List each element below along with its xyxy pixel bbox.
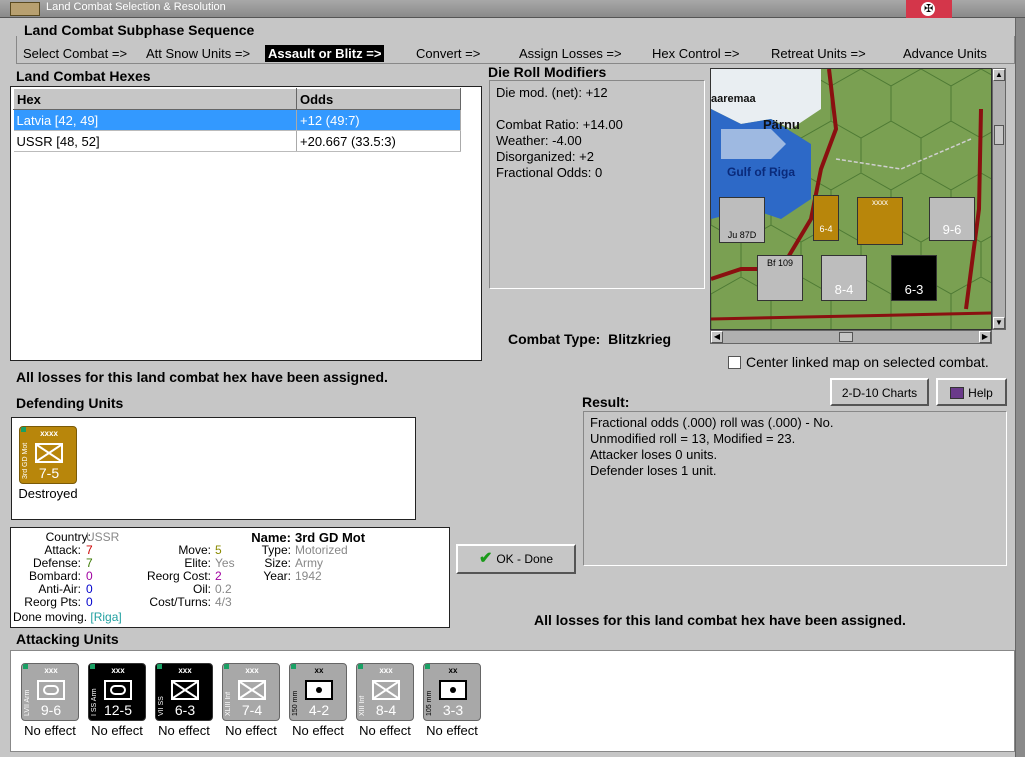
table-row[interactable]: Latvia [42, 49] +12 (49:7) bbox=[13, 109, 461, 131]
die-modifiers-panel: Die mod. (net): +12 Combat Ratio: +14.00… bbox=[489, 80, 705, 289]
odds-cell: +20.667 (33.5:3) bbox=[296, 130, 461, 152]
infantry-icon bbox=[171, 680, 199, 700]
attacker-unit-counter[interactable]: xx 105 mm 3-3 bbox=[423, 663, 481, 721]
seq-step-convert[interactable]: Convert => bbox=[416, 46, 480, 61]
map-horizontal-scrollbar[interactable]: ◀ ▶ bbox=[710, 330, 992, 344]
seq-step-hex-control[interactable]: Hex Control => bbox=[652, 46, 739, 61]
attacker-unit-counter[interactable]: xxx VII SS 6-3 bbox=[155, 663, 213, 721]
attacking-title: Attacking Units bbox=[16, 631, 119, 647]
map-counter[interactable]: 8-4 bbox=[821, 255, 867, 301]
attacking-units-panel: xxx LVII Arm 9-6 No effect xxx I SS Arm … bbox=[10, 650, 1015, 752]
ok-done-button[interactable]: ✔ OK - Done bbox=[456, 544, 576, 574]
map-counter[interactable]: 6-3 bbox=[891, 255, 937, 301]
infantry-icon bbox=[238, 680, 266, 700]
die-line: Combat Ratio: +14.00 bbox=[496, 117, 623, 132]
linked-map[interactable]: aaremaa Pärnu Gulf of Riga 6-4 xxxx 9-6 … bbox=[710, 68, 992, 330]
defending-units-panel: xxxx 3rd GD Mot 7-5 Destroyed bbox=[11, 417, 416, 520]
infantry-icon bbox=[372, 680, 400, 700]
scroll-thumb[interactable] bbox=[839, 332, 853, 342]
result-line: Attacker loses 0 units. bbox=[590, 447, 718, 462]
attacker-unit-counter[interactable]: xxx I SS Arm 12-5 bbox=[88, 663, 146, 721]
odds-cell: +12 (49:7) bbox=[296, 109, 461, 131]
seq-step-assign-losses[interactable]: Assign Losses => bbox=[519, 46, 622, 61]
scroll-thumb[interactable] bbox=[994, 125, 1004, 145]
title-bar: Land Combat Selection & Resolution ✠ bbox=[0, 0, 1025, 18]
map-counter[interactable]: Bf 109 bbox=[757, 255, 803, 301]
infantry-motorized-icon bbox=[35, 443, 63, 463]
attacker-status: No effect bbox=[24, 723, 76, 738]
defending-title: Defending Units bbox=[16, 395, 124, 411]
hexes-title: Land Combat Hexes bbox=[16, 68, 151, 84]
artillery-icon bbox=[305, 680, 333, 700]
seq-step-retreat[interactable]: Retreat Units => bbox=[771, 46, 866, 61]
attacker-status: No effect bbox=[426, 723, 478, 738]
losses-message-bottom: All losses for this land combat hex have… bbox=[534, 612, 906, 628]
losses-message-top: All losses for this land combat hex have… bbox=[16, 369, 388, 385]
map-place: Pärnu bbox=[763, 117, 800, 132]
map-place: aaremaa bbox=[711, 93, 756, 105]
armor-icon bbox=[37, 680, 65, 700]
table-row[interactable]: USSR [48, 52] +20.667 (33.5:3) bbox=[13, 130, 461, 152]
scroll-right-icon[interactable]: ▶ bbox=[979, 331, 991, 343]
attacker-unit-counter[interactable]: xxx XIII Inf 8-4 bbox=[356, 663, 414, 721]
map-place: Gulf of Riga bbox=[727, 165, 795, 179]
center-map-label: Center linked map on selected combat. bbox=[746, 354, 989, 370]
center-map-checkbox[interactable] bbox=[728, 356, 741, 369]
info-costturns: 4/3 bbox=[215, 595, 232, 609]
map-counter[interactable]: 6-4 bbox=[813, 195, 839, 241]
unit-info-panel: Country: USSR Attack: 7 Defense: 7 Bomba… bbox=[10, 527, 450, 628]
result-title: Result: bbox=[582, 394, 630, 410]
map-vertical-scrollbar[interactable]: ▲ ▼ bbox=[992, 68, 1006, 330]
hex-cell: Latvia [42, 49] bbox=[13, 109, 297, 131]
attacker-unit-counter[interactable]: xx 150 mm 4-2 bbox=[289, 663, 347, 721]
scroll-down-icon[interactable]: ▼ bbox=[993, 317, 1005, 329]
hex-cell: USSR [48, 52] bbox=[13, 130, 297, 152]
result-panel: Fractional odds (.000) roll was (.000) -… bbox=[583, 411, 1007, 566]
col-hex[interactable]: Hex bbox=[13, 88, 297, 110]
attacker-status: No effect bbox=[91, 723, 143, 738]
scroll-left-icon[interactable]: ◀ bbox=[711, 331, 723, 343]
seq-step-att-snow[interactable]: Att Snow Units => bbox=[146, 46, 250, 61]
attacker-status: No effect bbox=[225, 723, 277, 738]
book-icon bbox=[950, 386, 965, 399]
map-counter[interactable]: Ju 87D bbox=[719, 197, 765, 243]
result-line: Fractional odds (.000) roll was (.000) -… bbox=[590, 415, 834, 430]
die-line: Weather: -4.00 bbox=[496, 133, 582, 148]
info-reorgpts: 0 bbox=[86, 595, 93, 609]
die-line: Die mod. (net): +12 bbox=[496, 85, 608, 100]
charts-button[interactable]: 2-D-10 Charts bbox=[830, 378, 929, 406]
checkmark-icon: ✔ bbox=[478, 549, 493, 567]
map-counter[interactable]: xxxx bbox=[857, 197, 903, 245]
help-button[interactable]: Help bbox=[936, 378, 1007, 406]
map-counter[interactable]: 9-6 bbox=[929, 197, 975, 241]
die-line: Disorganized: +2 bbox=[496, 149, 594, 164]
defender-status: Destroyed bbox=[18, 486, 78, 501]
col-odds[interactable]: Odds bbox=[296, 88, 461, 110]
seq-step-advance[interactable]: Advance Units bbox=[903, 46, 987, 61]
app-icon[interactable] bbox=[10, 2, 40, 16]
armor-icon bbox=[104, 680, 132, 700]
hexes-list[interactable]: Hex Odds Latvia [42, 49] +12 (49:7) USSR… bbox=[10, 86, 482, 361]
seq-step-select-combat[interactable]: Select Combat => bbox=[23, 46, 127, 61]
die-line: Fractional Odds: 0 bbox=[496, 165, 603, 180]
flag-icon: ✠ bbox=[906, 0, 952, 18]
info-year: 1942 bbox=[295, 569, 322, 583]
attacker-unit-counter[interactable]: xxx XLIII Inf 7-4 bbox=[222, 663, 280, 721]
die-title: Die Roll Modifiers bbox=[488, 64, 607, 80]
scroll-up-icon[interactable]: ▲ bbox=[993, 69, 1005, 81]
window-right-border bbox=[1015, 18, 1025, 757]
defender-unit-counter[interactable]: xxxx 3rd GD Mot 7-5 bbox=[19, 426, 77, 484]
window-title: Land Combat Selection & Resolution bbox=[46, 1, 226, 13]
info-done-moving: Done moving. [Riga] bbox=[13, 610, 122, 624]
artillery-icon bbox=[439, 680, 467, 700]
seq-step-assault-blitz[interactable]: Assault or Blitz => bbox=[265, 45, 385, 62]
attacker-unit-counter[interactable]: xxx LVII Arm 9-6 bbox=[21, 663, 79, 721]
attacker-status: No effect bbox=[292, 723, 344, 738]
combat-type: Combat Type: Blitzkrieg bbox=[508, 331, 672, 347]
result-line: Unmodified roll = 13, Modified = 23. bbox=[590, 431, 796, 446]
attacker-status: No effect bbox=[158, 723, 210, 738]
result-line: Defender loses 1 unit. bbox=[590, 463, 717, 478]
attacker-status: No effect bbox=[359, 723, 411, 738]
